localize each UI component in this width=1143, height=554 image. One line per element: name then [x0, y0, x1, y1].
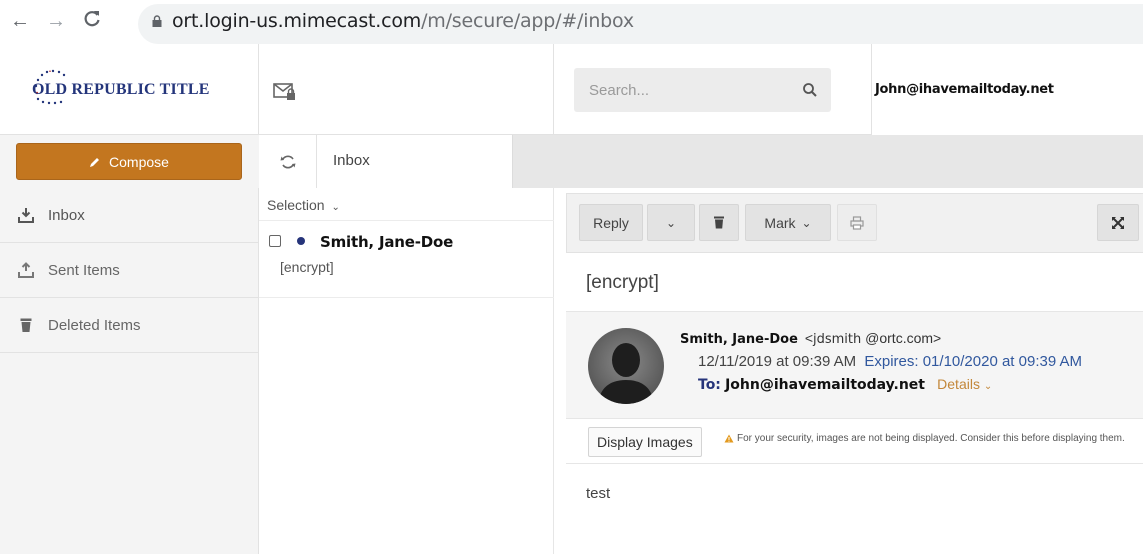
from-domain: @ortc.com> — [865, 330, 942, 346]
row-checkbox[interactable] — [269, 235, 281, 247]
chevron-down-icon: ⌄ — [983, 381, 993, 392]
sidebar: Inbox Sent Items Deleted Items — [0, 188, 259, 554]
url-text[interactable]: ort.login-us.mimecast.com/m/secure/app/#… — [172, 10, 634, 32]
tab-strip: Inbox — [259, 135, 1143, 190]
back-arrow-icon[interactable]: ← — [10, 11, 30, 31]
sidebar-item-sent-items[interactable]: Sent Items — [0, 243, 258, 298]
sent-date: 12/11/2019 at 09:39 AM — [698, 353, 857, 370]
selection-label: Selection — [267, 197, 325, 213]
reply-label: Reply — [593, 214, 629, 231]
forward-arrow-icon[interactable]: → — [46, 11, 66, 31]
from-lt: < — [804, 330, 813, 346]
message-subject: [encrypt] — [586, 272, 659, 293]
compose-label: Compose — [109, 153, 169, 170]
mark-button[interactable]: Mark ⌄ — [745, 204, 831, 241]
from-user: jdsmith — [813, 332, 862, 347]
from-line: Smith, Jane-Doe <jdsmith @ortc.com> — [680, 330, 941, 347]
refresh-icon — [280, 155, 296, 169]
trash-icon — [20, 318, 32, 332]
images-blocked-bar: Display Images For your security, images… — [566, 419, 1143, 464]
printer-icon — [850, 215, 864, 230]
reply-button[interactable]: Reply — [579, 204, 643, 241]
row-sender: Smith, Jane-Doe — [320, 233, 454, 251]
avatar — [588, 328, 664, 404]
search-input[interactable] — [574, 68, 789, 112]
message-header: Smith, Jane-Doe <jdsmith @ortc.com> 12/1… — [566, 311, 1143, 419]
list-item[interactable]: Smith, Jane-Doe [encrypt] — [259, 220, 554, 298]
compose-button[interactable]: Compose — [16, 143, 242, 180]
reply-options-button[interactable]: ⌄ — [647, 204, 695, 241]
url-host: ort.login-us.mimecast.com — [172, 10, 422, 32]
message-body: test — [586, 485, 611, 502]
message-list: Selection ⌄ Smith, Jane-Doe [encrypt] — [259, 188, 554, 554]
tab-inbox[interactable]: Inbox — [317, 135, 513, 190]
chevron-down-icon: ⌄ — [801, 215, 812, 230]
selection-dropdown[interactable]: Selection ⌄ — [267, 197, 340, 213]
date-line: 12/11/2019 at 09:39 AM Expires: 01/10/20… — [698, 353, 1082, 370]
warning-icon — [724, 434, 734, 443]
reading-pane: Reply ⌄ Mark ⌄ [encrypt] Smith, Jane-Doe — [554, 188, 1143, 554]
sidebar-item-label: Inbox — [48, 206, 85, 224]
to-address: John@ihavemailtoday.net — [725, 377, 925, 393]
sidebar-item-label: Deleted Items — [48, 316, 141, 334]
lock-icon — [152, 15, 162, 27]
from-name: Smith, Jane-Doe — [680, 332, 798, 347]
secure-mail-icon[interactable] — [273, 82, 297, 102]
delete-button[interactable] — [699, 204, 739, 241]
print-button[interactable] — [837, 204, 877, 241]
sidebar-item-label: Sent Items — [48, 261, 120, 279]
expand-icon — [1112, 216, 1124, 229]
url-path: /m/secure/app/#/inbox — [421, 10, 634, 32]
fullscreen-button[interactable] — [1097, 204, 1139, 241]
tab-inbox-label: Inbox — [333, 152, 370, 169]
security-notice: For your security, images are not being … — [724, 433, 1125, 444]
details-link[interactable]: Details ⌄ — [937, 376, 992, 392]
unread-dot-icon — [297, 237, 305, 245]
refresh-button[interactable] — [259, 135, 317, 188]
search-area — [554, 44, 872, 135]
brand-logo[interactable]: OLD REPUBLIC TITLE — [0, 44, 259, 135]
display-images-label: Display Images — [597, 434, 693, 450]
to-line: To: John@ihavemailtoday.net Details ⌄ — [698, 376, 992, 393]
row-subject: [encrypt] — [280, 259, 334, 275]
chevron-down-icon: ⌄ — [331, 202, 340, 213]
chevron-down-icon: ⌄ — [665, 215, 677, 230]
message-toolbar: Reply ⌄ Mark ⌄ — [566, 193, 1143, 253]
search-icon[interactable] — [802, 82, 818, 98]
security-notice-text: For your security, images are not being … — [737, 433, 1125, 444]
display-images-button[interactable]: Display Images — [588, 427, 702, 457]
mark-label: Mark — [764, 214, 796, 231]
inbox-tray-icon — [18, 208, 34, 223]
mail-app-header — [259, 44, 554, 135]
outbox-tray-icon — [18, 262, 34, 278]
user-email: John@ihavemailtoday.net — [875, 82, 1054, 97]
logo-text: OLD REPUBLIC TITLE — [32, 81, 210, 98]
to-label: To: — [698, 377, 721, 393]
sidebar-item-deleted-items[interactable]: Deleted Items — [0, 298, 258, 353]
details-label: Details — [937, 376, 980, 392]
compose-area: Compose — [0, 135, 259, 188]
sidebar-item-inbox[interactable]: Inbox — [0, 188, 258, 243]
person-silhouette-icon — [598, 343, 654, 404]
expiry-date: Expires: 01/10/2020 at 09:39 AM — [864, 353, 1083, 370]
trash-icon — [714, 216, 724, 229]
browser-toolbar: ← → ort.login-us.mimecast.com/m/secure/a… — [0, 0, 1143, 44]
reload-icon[interactable] — [82, 9, 102, 32]
pencil-icon — [90, 157, 100, 167]
search-box[interactable] — [574, 68, 831, 112]
